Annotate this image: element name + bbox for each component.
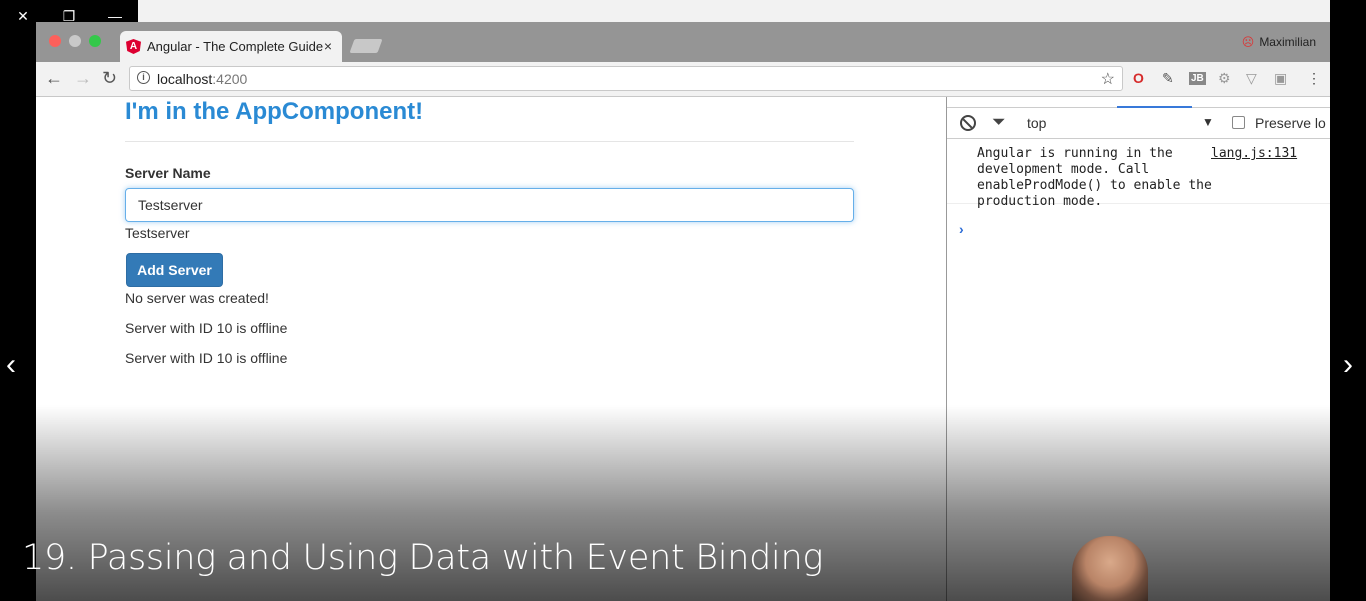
console-prompt-icon[interactable]: ›: [959, 221, 964, 237]
new-tab-button[interactable]: [349, 39, 383, 53]
angular-icon: A: [126, 39, 141, 54]
server-name-label: Server Name: [125, 165, 211, 181]
profile-name: Maximilian: [1259, 35, 1316, 49]
forward-arrow-icon[interactable]: →: [74, 68, 92, 89]
browser-toolbar: ← → ↻ i localhost:4200 ☆ O ✎ JB ⚙ ▽ ▣ ⋮: [36, 62, 1330, 97]
creation-status-text: No server was created!: [125, 290, 269, 306]
menu-kebab-icon[interactable]: ⋮: [1307, 70, 1321, 87]
tab-bar: A Angular - The Complete Guide × ☹ Maximi…: [36, 22, 1330, 62]
server-name-echo: Testserver: [125, 225, 190, 241]
left-letterbox: [0, 32, 36, 601]
bookmark-star-icon[interactable]: ☆: [1101, 69, 1115, 89]
url-port: :4200: [212, 71, 248, 87]
url-text: localhost:4200: [157, 71, 247, 87]
camera-icon[interactable]: ▣: [1274, 70, 1287, 87]
minimize-traffic-light[interactable]: [69, 35, 81, 47]
vue-icon[interactable]: ▽: [1246, 70, 1257, 87]
presenter-avatar: [1072, 536, 1148, 601]
profile-button[interactable]: ☹ Maximilian: [1242, 35, 1316, 49]
zoom-traffic-light[interactable]: [89, 35, 101, 47]
context-dropdown-icon[interactable]: ▼: [1202, 115, 1214, 129]
divider: [125, 141, 854, 142]
console-message-text: Angular is running in the development mo…: [977, 146, 1212, 209]
opera-icon[interactable]: O: [1133, 70, 1144, 86]
console-message: Angular is running in the development mo…: [947, 139, 1330, 209]
back-arrow-icon[interactable]: ←: [45, 68, 63, 89]
server-name-input[interactable]: [125, 188, 854, 222]
server-item: Server with ID 10 is offline: [125, 350, 288, 366]
eyedropper-icon[interactable]: ✎: [1162, 70, 1174, 87]
server-item: Server with ID 10 is offline: [125, 320, 288, 336]
info-icon[interactable]: i: [137, 71, 150, 84]
reload-icon[interactable]: ↻: [102, 68, 117, 89]
close-traffic-light[interactable]: [49, 35, 61, 47]
clear-console-icon[interactable]: [960, 115, 976, 131]
jb-icon[interactable]: JB: [1189, 72, 1206, 85]
url-host: localhost: [157, 71, 213, 87]
address-bar[interactable]: i localhost:4200 ☆: [129, 66, 1123, 91]
devtools-tabs: [947, 97, 1330, 108]
console-toolbar: ⏷ top ▼ Preserve lo: [947, 108, 1330, 139]
context-selector[interactable]: top: [1027, 115, 1046, 131]
tab-title: Angular - The Complete Guide: [147, 39, 324, 54]
profile-icon: ☹: [1241, 35, 1255, 49]
right-letterbox: [1330, 22, 1366, 601]
preserve-log-checkbox[interactable]: [1232, 116, 1245, 129]
tab-angular-guide[interactable]: A Angular - The Complete Guide ×: [120, 31, 342, 62]
previous-icon[interactable]: ‹: [6, 348, 16, 382]
close-icon: ✕: [17, 7, 29, 24]
preserve-log-label: Preserve lo: [1255, 115, 1326, 131]
video-caption: 19. Passing and Using Data with Event Bi…: [22, 538, 824, 578]
add-server-button[interactable]: Add Server: [126, 253, 223, 287]
tab-close-icon[interactable]: ×: [324, 38, 332, 54]
filter-icon[interactable]: ⏷: [992, 112, 1006, 132]
page-title: I'm in the AppComponent!: [125, 98, 424, 125]
gear-extension-icon[interactable]: ⚙: [1218, 70, 1231, 87]
console-message-source-link[interactable]: lang.js:131: [1211, 146, 1297, 161]
next-icon[interactable]: ›: [1343, 348, 1353, 382]
top-strip: [138, 0, 1330, 22]
